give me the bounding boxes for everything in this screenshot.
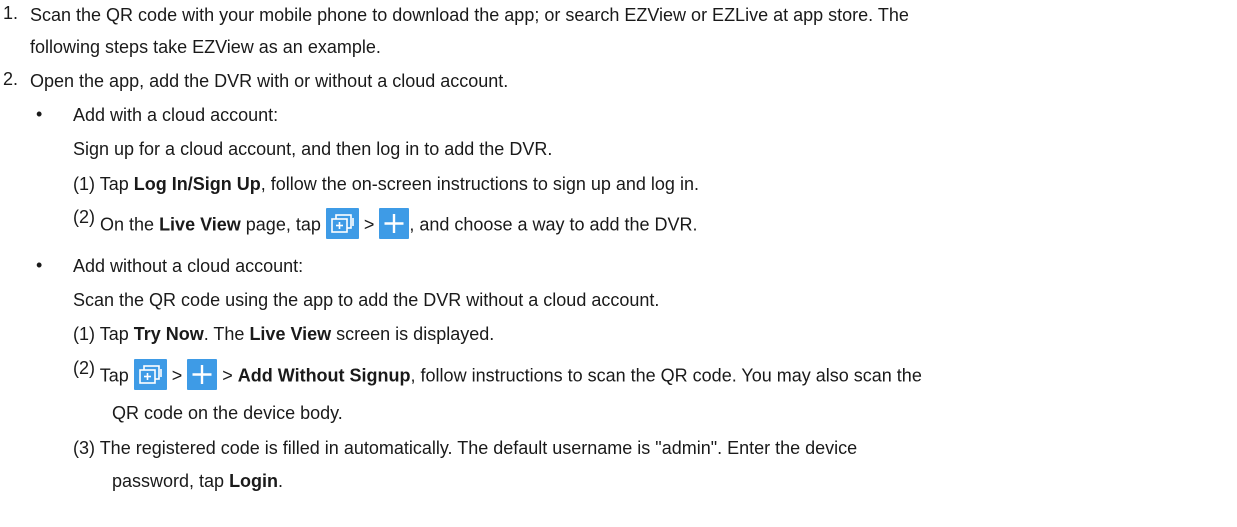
step-2-number: 2. <box>3 69 19 89</box>
with-cloud-heading: Add with a cloud account: <box>73 105 279 125</box>
step-1-line-1: Scan the QR code with your mobile phone … <box>30 5 909 25</box>
instructions-page: 1. Scan the QR code with your mobile pho… <box>0 0 1237 527</box>
plus-icon <box>187 359 218 390</box>
try-now-label: Try Now <box>133 324 204 344</box>
step-number: (1) <box>73 174 95 194</box>
step-number: (2) <box>73 358 95 379</box>
without-cloud-step-3: (3) The registered code is filled in aut… <box>73 438 858 458</box>
bullet-without-cloud: • <box>36 255 43 275</box>
step-number: (2) <box>73 207 95 228</box>
with-cloud-step-2: (2) On the Live View page, tap > , and c… <box>73 207 698 241</box>
login-label: Login <box>229 471 279 491</box>
add-device-icon <box>325 208 359 239</box>
step-1-line-2: following steps take EZView as an exampl… <box>30 37 381 57</box>
step-number: (1) <box>73 324 95 344</box>
bullet-with-cloud: • <box>36 104 43 124</box>
add-device-icon <box>133 359 167 390</box>
without-cloud-heading: Add without a cloud account: <box>73 256 304 276</box>
step-2-text: Open the app, add the DVR with or withou… <box>30 71 509 91</box>
live-view-label: Live View <box>249 324 332 344</box>
step-number: (3) <box>73 438 95 458</box>
step-1-number: 1. <box>3 3 19 23</box>
plus-icon <box>379 208 410 239</box>
without-cloud-step-2: (2) Tap > > Add Without Signup, follow i… <box>73 358 922 392</box>
with-cloud-intro: Sign up for a cloud account, and then lo… <box>73 139 553 159</box>
add-without-signup-label: Add Without Signup <box>237 365 411 386</box>
without-cloud-step-3-line-2: password, tap Login. <box>112 471 284 491</box>
without-cloud-step-1: (1) Tap Try Now. The Live View screen is… <box>73 324 495 344</box>
live-view-label: Live View <box>159 214 241 235</box>
with-cloud-step-1: (1) Tap Log In/Sign Up, follow the on-sc… <box>73 174 699 194</box>
without-cloud-intro: Scan the QR code using the app to add th… <box>73 290 660 310</box>
without-cloud-step-2-line-2: QR code on the device body. <box>112 403 343 423</box>
login-signup-label: Log In/Sign Up <box>133 174 261 194</box>
